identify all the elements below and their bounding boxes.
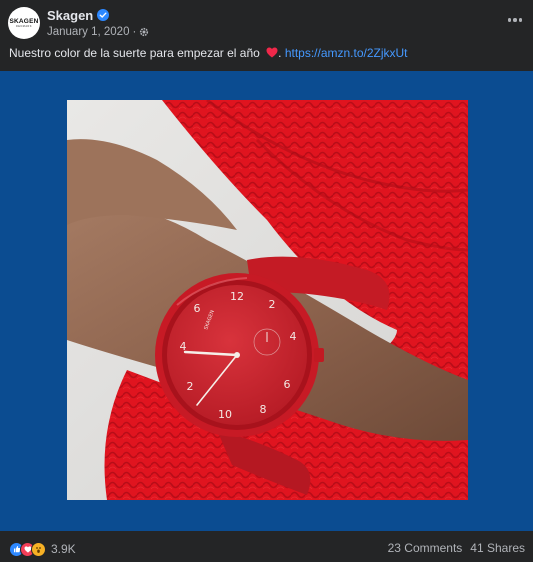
gear-icon[interactable] (139, 27, 149, 37)
caption-link[interactable]: https://amzn.to/2ZjkxUt (285, 46, 408, 60)
svg-text:10: 10 (218, 408, 232, 421)
avatar-brand-subtext: DENMARK (15, 25, 32, 28)
post-footer: 3.9K 23 Comments 41 Shares (0, 532, 533, 562)
post-caption: Nuestro color de la suerte para empezar … (9, 46, 408, 60)
red-watch-photo: 12 2 4 6 8 10 2 4 6 SKAGEN (67, 100, 468, 500)
reaction-count: 3.9K (51, 542, 76, 556)
svg-text:8: 8 (260, 403, 267, 416)
more-dot (518, 18, 523, 22)
reactions-summary[interactable]: 3.9K (9, 541, 76, 557)
more-dot (507, 18, 512, 22)
caption-text: Nuestro color de la suerte para empezar … (9, 46, 264, 60)
post-media[interactable]: 12 2 4 6 8 10 2 4 6 SKAGEN (0, 71, 533, 531)
heart-emoji-icon (266, 47, 278, 58)
shares-count[interactable]: 41 Shares (470, 541, 525, 555)
page-name[interactable]: Skagen (47, 8, 93, 23)
post-header: SKAGEN DENMARK Skagen January 1, 2020 · (0, 0, 533, 40)
meta-separator: · (132, 26, 137, 38)
svg-text:2: 2 (187, 380, 194, 393)
page-avatar[interactable]: SKAGEN DENMARK (8, 7, 40, 39)
comments-count[interactable]: 23 Comments (388, 541, 463, 555)
svg-text:2: 2 (269, 298, 276, 311)
page-name-row: Skagen (47, 7, 110, 23)
post-date[interactable]: January 1, 2020 (47, 26, 129, 38)
engagement-counts: 23 Comments 41 Shares (388, 541, 525, 555)
more-dot (513, 18, 517, 22)
more-options-icon[interactable] (505, 13, 525, 27)
wow-reaction-icon (31, 541, 46, 557)
svg-text:6: 6 (284, 378, 291, 391)
svg-text:6: 6 (194, 302, 201, 315)
avatar-brand-text: SKAGEN (9, 18, 39, 25)
post-meta: January 1, 2020 · (47, 25, 149, 39)
verified-badge-icon (97, 9, 110, 21)
caption-punctuation: . (278, 46, 285, 60)
svg-text:12: 12 (230, 290, 244, 303)
post-photo[interactable]: 12 2 4 6 8 10 2 4 6 SKAGEN (67, 100, 468, 500)
svg-text:4: 4 (290, 330, 297, 343)
